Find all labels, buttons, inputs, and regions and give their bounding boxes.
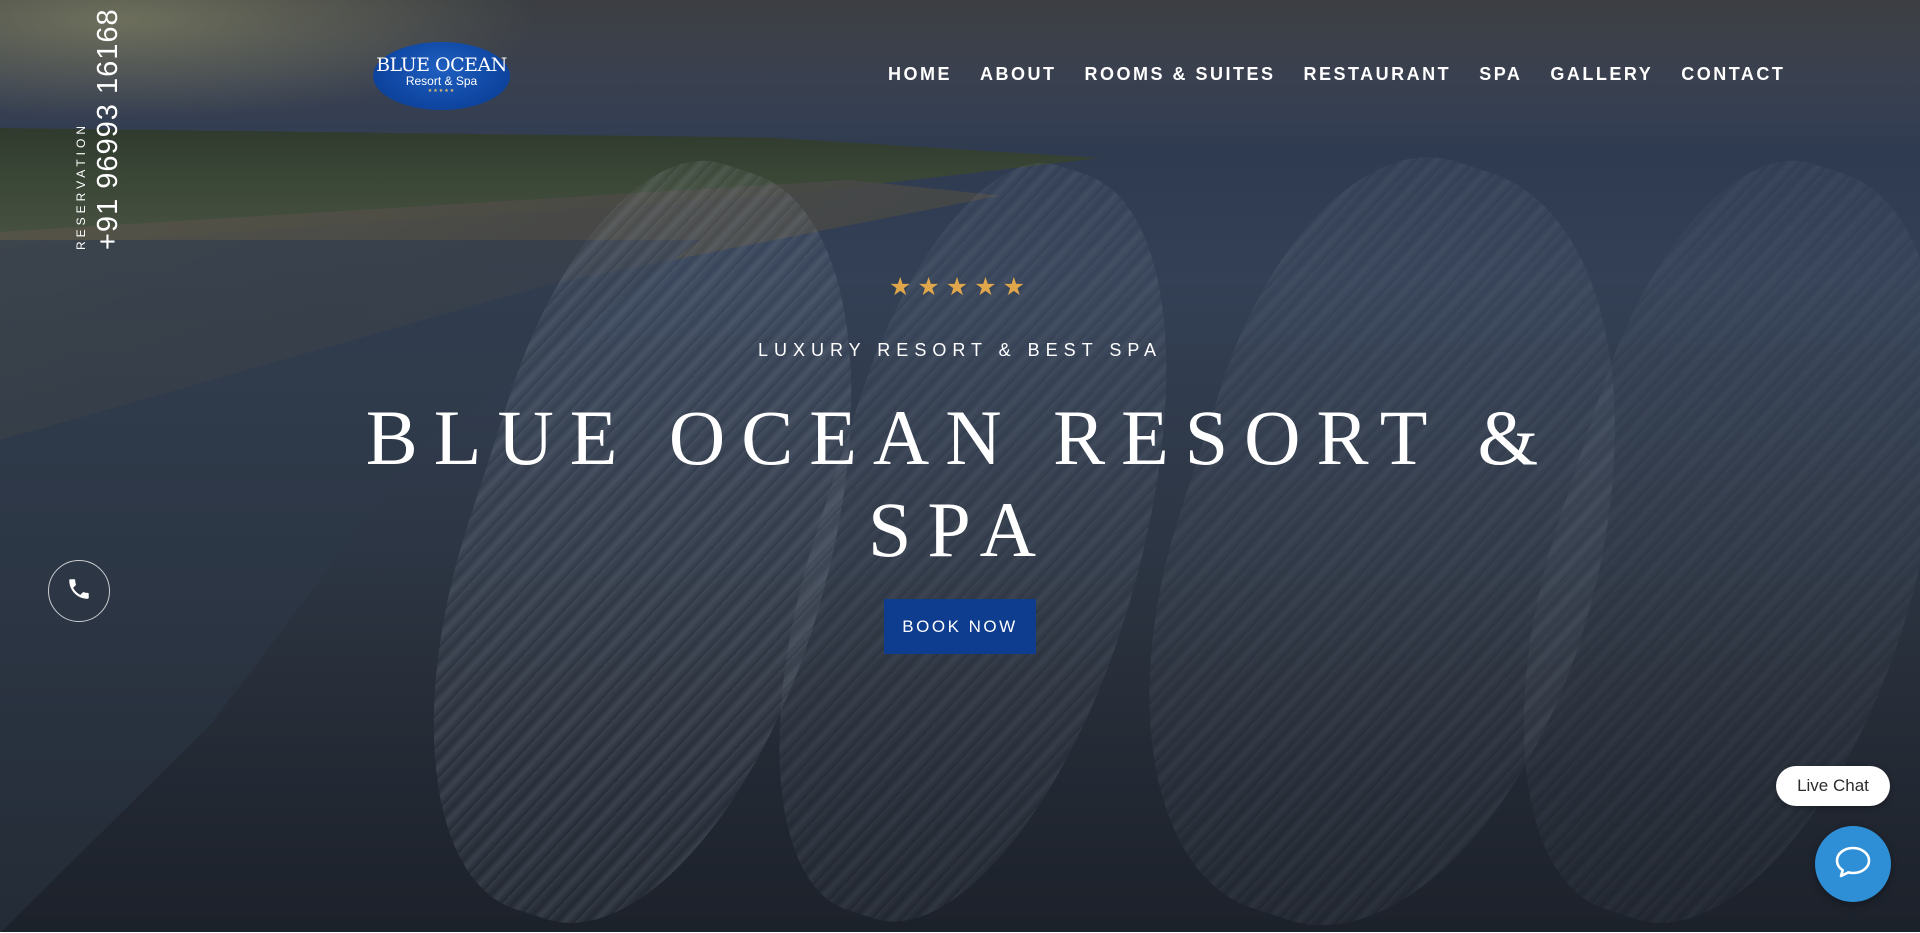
reservation-phone[interactable]: +91 96993 16168 [92,8,125,250]
reservation-label: RESERVATION [74,121,89,250]
reservation-block: RESERVATION +91 96993 16168 [72,8,125,250]
logo-wordmark: BLUE OCEAN [376,54,507,76]
logo-subtitle: Resort & Spa [405,74,478,88]
phone-icon [66,576,92,607]
call-button[interactable] [48,560,110,622]
nav-restaurant[interactable]: RESTAURANT [1304,62,1452,86]
nav-spa[interactable]: SPA [1479,62,1522,86]
chat-bubble-icon [1831,840,1875,889]
main-nav: HOME ABOUT ROOMS & SUITES RESTAURANT SPA… [888,62,1785,86]
hero-section: BLUE OCEAN Resort & Spa ★★★★★ HOME ABOUT… [0,0,1920,933]
nav-home[interactable]: HOME [888,62,952,86]
nav-about[interactable]: ABOUT [980,62,1057,86]
hero-title: BLUE OCEAN RESORT & SPA [365,394,1555,573]
nav-gallery[interactable]: GALLERY [1550,62,1653,86]
live-chat-label[interactable]: Live Chat [1776,766,1890,806]
hero-tagline: LUXURY RESORT & BEST SPA [757,340,1163,360]
nav-rooms-suites[interactable]: ROOMS & SUITES [1085,62,1276,86]
rating-stars: ★★★★★ [888,272,1032,301]
logo-stars: ★★★★★ [427,88,456,94]
nav-contact[interactable]: CONTACT [1681,62,1785,86]
brand-logo[interactable]: BLUE OCEAN Resort & Spa ★★★★★ [373,42,510,110]
book-now-button[interactable]: BOOK NOW [884,599,1036,654]
live-chat-button[interactable] [1815,826,1891,902]
